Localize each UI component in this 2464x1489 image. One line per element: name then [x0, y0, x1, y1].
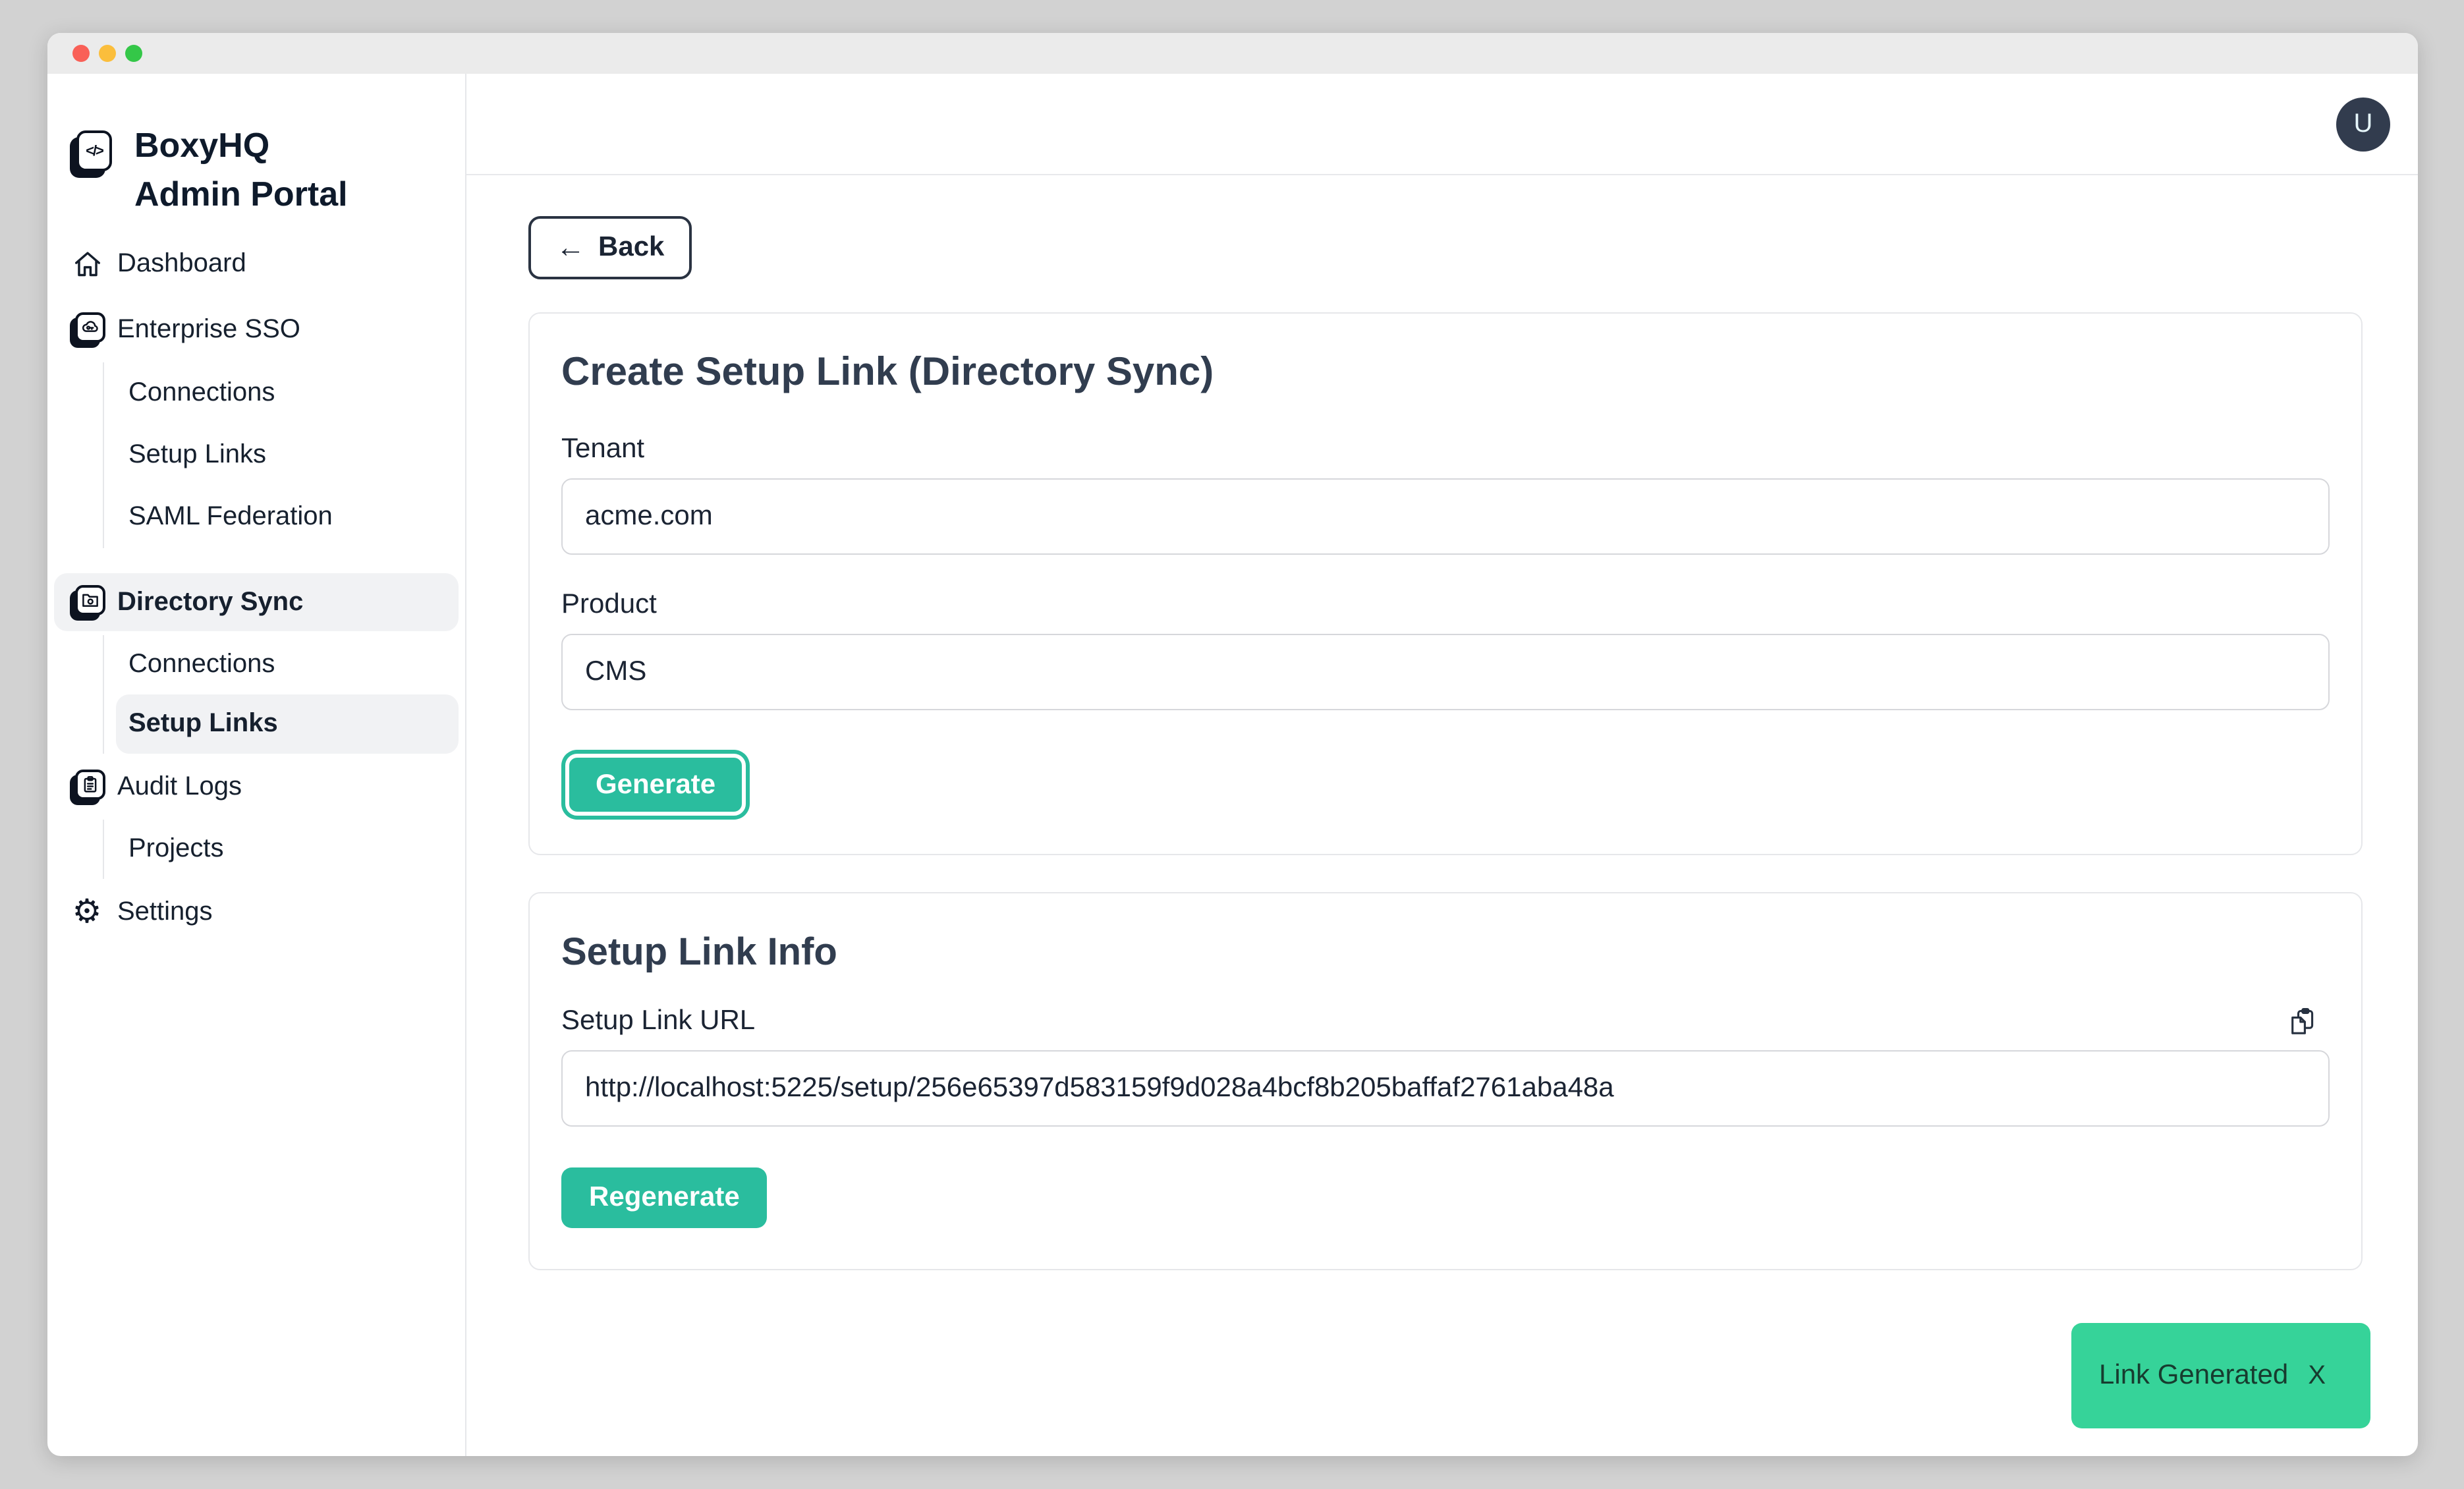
- page-content: ← Back Create Setup Link (Directory Sync…: [466, 175, 2418, 1270]
- sidebar-item-label: Directory Sync: [117, 587, 303, 617]
- sidebar-item-label: Connections: [128, 378, 275, 408]
- create-setup-link-card: Create Setup Link (Directory Sync) Tenan…: [528, 312, 2363, 855]
- generate-button[interactable]: Generate: [565, 754, 746, 816]
- audit-logs-subnav: Projects: [102, 820, 459, 879]
- sidebar-item-projects[interactable]: Projects: [115, 820, 459, 879]
- sidebar-item-label: Dashboard: [117, 248, 246, 279]
- sidebar-item-label: Audit Logs: [117, 772, 242, 802]
- sidebar-item-sso-setup-links[interactable]: Setup Links: [115, 424, 459, 486]
- enterprise-sso-subnav: Connections Setup Links SAML Federation: [102, 362, 459, 548]
- regenerate-button[interactable]: Regenerate: [561, 1167, 768, 1228]
- gear-icon: ⚙: [70, 892, 104, 932]
- sidebar-item-dsync-connections[interactable]: Connections: [115, 635, 459, 694]
- desktop-background: </> BoxyHQ Admin Portal Dashboard: [0, 0, 2464, 1489]
- back-button[interactable]: ← Back: [528, 216, 692, 279]
- sidebar-item-label: Projects: [128, 834, 224, 864]
- toast-notification: Link Generated X: [2071, 1323, 2370, 1428]
- sidebar-item-sso-connections[interactable]: Connections: [115, 362, 459, 424]
- copy-icon: [2287, 1006, 2316, 1036]
- app-title: BoxyHQ Admin Portal: [134, 121, 358, 219]
- sidebar-item-directory-sync[interactable]: Directory Sync: [54, 573, 459, 631]
- sidebar-item-audit-logs[interactable]: Audit Logs: [54, 758, 459, 816]
- sidebar-item-label: Connections: [128, 650, 275, 680]
- sidebar-item-label: Setup Links: [128, 440, 266, 470]
- product-label: Product: [561, 588, 2330, 622]
- app-window: </> BoxyHQ Admin Portal Dashboard: [47, 33, 2418, 1456]
- product-input[interactable]: [561, 634, 2330, 710]
- sidebar: </> BoxyHQ Admin Portal Dashboard: [47, 74, 466, 1456]
- sidebar-item-enterprise-sso[interactable]: Enterprise SSO: [54, 300, 459, 358]
- toast-message: Link Generated: [2099, 1360, 2308, 1391]
- audit-logs-icon: [70, 767, 104, 806]
- directory-sync-icon: [70, 582, 104, 622]
- app-body: </> BoxyHQ Admin Portal Dashboard: [47, 74, 2418, 1456]
- user-avatar[interactable]: U: [2336, 98, 2390, 152]
- sidebar-item-label: SAML Federation: [128, 502, 333, 532]
- tenant-input[interactable]: [561, 478, 2330, 555]
- url-label-row: Setup Link URL: [561, 1004, 2330, 1038]
- left-arrow-icon: ←: [556, 233, 585, 262]
- create-card-title: Create Setup Link (Directory Sync): [561, 348, 2330, 398]
- sidebar-item-label: Enterprise SSO: [117, 314, 300, 345]
- toast-close-button[interactable]: X: [2308, 1361, 2326, 1391]
- info-card-title: Setup Link Info: [561, 928, 2330, 978]
- top-header: U: [466, 74, 2418, 175]
- sidebar-item-saml-federation[interactable]: SAML Federation: [115, 486, 459, 548]
- minimize-window-button[interactable]: [99, 45, 116, 62]
- app-logo[interactable]: </> BoxyHQ Admin Portal: [69, 121, 444, 219]
- window-titlebar: [47, 33, 2418, 74]
- sidebar-item-label: Setup Links: [128, 709, 278, 739]
- home-icon: [70, 244, 104, 283]
- main-area: U ← Back Create Setup Link (Directory Sy…: [466, 74, 2418, 1456]
- maximize-window-button[interactable]: [125, 45, 142, 62]
- sidebar-item-dashboard[interactable]: Dashboard: [54, 235, 459, 293]
- setup-link-url-label: Setup Link URL: [561, 1004, 755, 1038]
- directory-sync-subnav: Connections Setup Links: [102, 635, 459, 754]
- sidebar-nav: Dashboard Enterpri: [47, 235, 465, 941]
- close-window-button[interactable]: [72, 45, 90, 62]
- tenant-label: Tenant: [561, 432, 2330, 466]
- sidebar-item-settings[interactable]: ⚙ Settings: [54, 883, 459, 941]
- setup-link-url-input[interactable]: [561, 1050, 2330, 1127]
- copy-url-button[interactable]: [2287, 1006, 2316, 1036]
- enterprise-sso-icon: [70, 310, 104, 349]
- sidebar-item-label: Settings: [117, 897, 213, 927]
- setup-link-info-card: Setup Link Info Setup Link URL: [528, 892, 2363, 1270]
- code-glyph: </>: [86, 143, 103, 159]
- sidebar-item-dsync-setup-links[interactable]: Setup Links: [115, 694, 459, 754]
- boxyhq-logo-icon: </>: [76, 130, 112, 171]
- back-button-label: Back: [598, 232, 664, 264]
